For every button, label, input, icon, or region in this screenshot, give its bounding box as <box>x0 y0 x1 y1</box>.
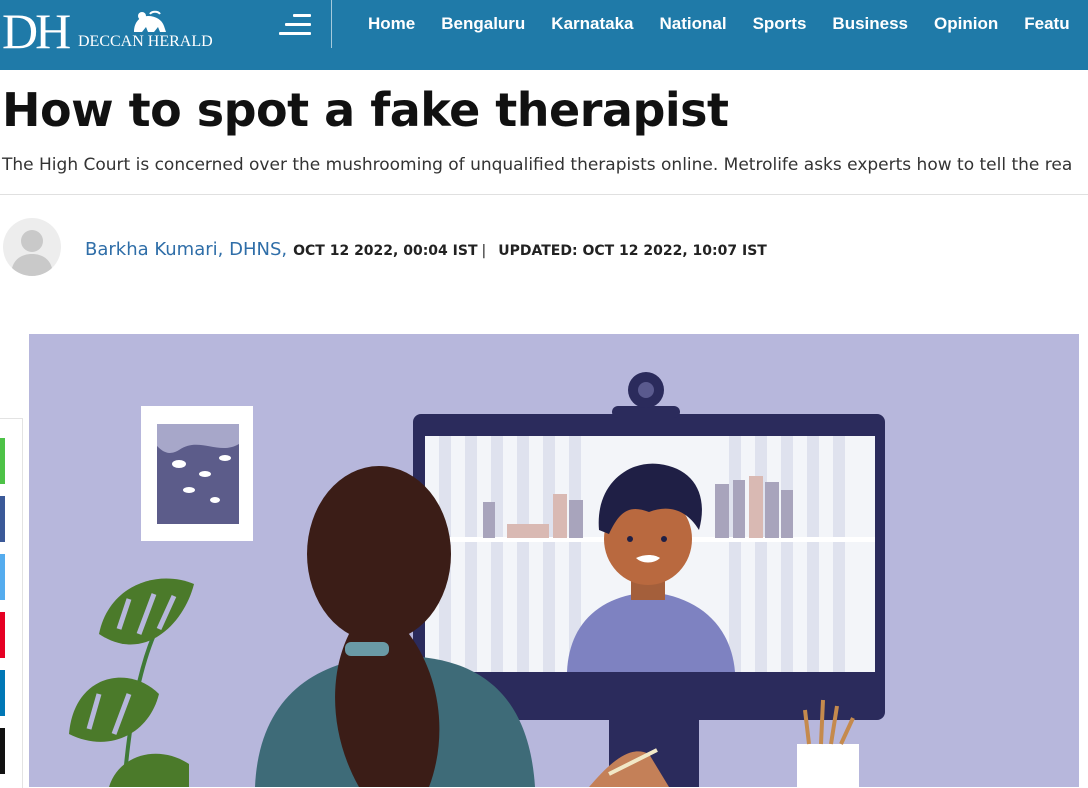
whatsapp-share-button[interactable] <box>0 438 5 484</box>
author-link[interactable]: Barkha Kumari, DHNS, <box>85 239 287 260</box>
logo-name: DECCAN HERALD <box>78 33 213 50</box>
email-share-button[interactable] <box>0 728 5 774</box>
article-hero-image <box>29 334 1079 787</box>
pinterest-share-button[interactable] <box>0 612 5 658</box>
twitter-share-button[interactable] <box>0 554 5 600</box>
nav-item-features[interactable]: Featu <box>1024 14 1069 34</box>
wall-picture <box>141 406 253 541</box>
online-therapy-illustration <box>29 334 1079 787</box>
facebook-share-button[interactable] <box>0 496 5 542</box>
nav-item-business[interactable]: Business <box>832 14 908 34</box>
updated-date: UPDATED: OCT 12 2022, 10:07 IST <box>498 243 767 259</box>
nav-item-home[interactable]: Home <box>368 14 415 34</box>
nav-item-national[interactable]: National <box>660 14 727 34</box>
logo-letters: DH <box>2 3 71 59</box>
nav-divider <box>331 0 332 48</box>
author-avatar <box>3 218 61 276</box>
nav-item-opinion[interactable]: Opinion <box>934 14 998 34</box>
article-standfirst: The High Court is concerned over the mus… <box>2 155 1073 175</box>
nav-item-bengaluru[interactable]: Bengaluru <box>441 14 525 34</box>
deccan-herald-logo[interactable]: DH DECCAN HERALD <box>2 4 252 64</box>
article-byline: Barkha Kumari, DHNS, OCT 12 2022, 00:04 … <box>85 239 767 260</box>
published-date: OCT 12 2022, 00:04 IST <box>293 243 478 259</box>
nav-item-karnataka[interactable]: Karnataka <box>551 14 633 34</box>
linkedin-share-button[interactable] <box>0 670 5 716</box>
article-title: How to spot a fake therapist <box>2 83 729 137</box>
header-divider <box>0 194 1088 195</box>
main-nav: Home Bengaluru Karnataka National Sports… <box>355 0 1083 48</box>
nav-item-sports[interactable]: Sports <box>753 14 807 34</box>
user-placeholder-icon <box>11 230 53 276</box>
hamburger-menu-icon[interactable] <box>279 14 311 38</box>
top-navigation-bar: DH DECCAN HERALD Home Bengaluru Karnatak… <box>0 0 1088 70</box>
byline-separator: | <box>481 243 487 259</box>
